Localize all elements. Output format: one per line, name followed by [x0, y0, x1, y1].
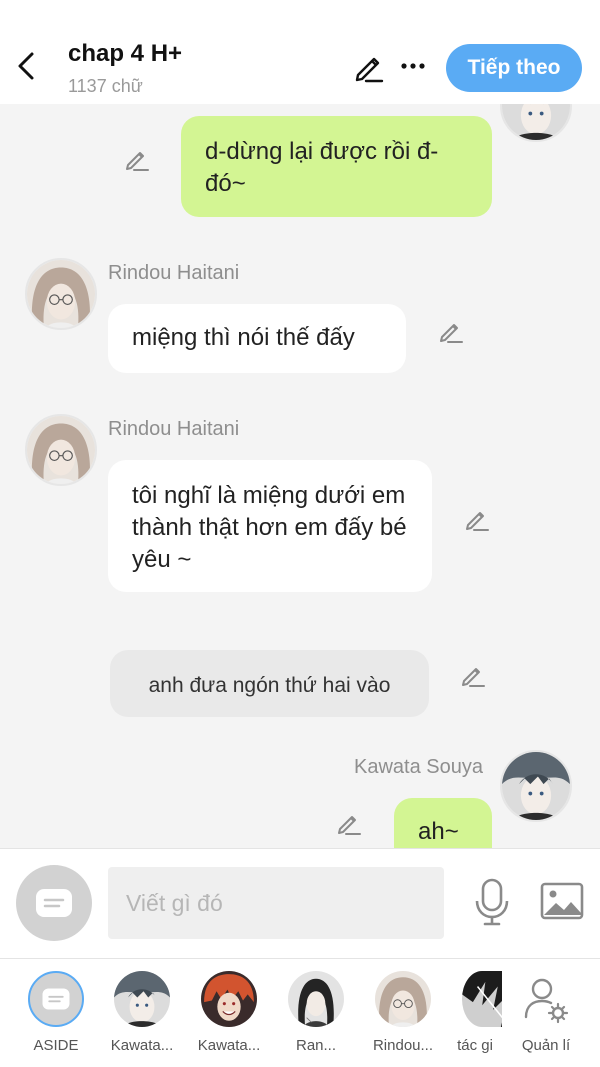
character-avatar-icon — [114, 971, 170, 1027]
word-count: 1137 chữ — [68, 76, 143, 96]
microphone-icon — [475, 878, 509, 926]
pen-icon — [462, 504, 492, 534]
character-bar: ASIDE Kawata... Kawata... Ran... Rindou.… — [0, 958, 600, 1067]
avatar-kawata-souya[interactable] — [500, 750, 572, 822]
character-ran[interactable]: Ran... — [276, 971, 356, 1054]
edit-message-button[interactable] — [462, 504, 492, 534]
chat-area[interactable]: d-dừng lại được rồi đ-đó~ Rindou Haitani… — [0, 104, 600, 848]
character-avatar — [288, 971, 344, 1027]
edit-message-button[interactable] — [436, 316, 466, 346]
aside-toggle-button[interactable] — [16, 865, 92, 941]
message-square-icon — [36, 889, 72, 917]
message-bubble[interactable]: miệng thì nói thế đấy — [108, 304, 406, 373]
user-settings-icon — [524, 978, 569, 1024]
character-avatar — [462, 971, 502, 1027]
edit-message-button[interactable] — [122, 144, 152, 174]
narration-bubble[interactable]: anh đưa ngón thứ hai vào — [110, 650, 429, 717]
sender-name: Rindou Haitani — [108, 262, 240, 284]
chevron-left-icon — [18, 52, 34, 80]
character-aside[interactable]: ASIDE — [16, 971, 96, 1054]
aside-avatar — [28, 971, 84, 1027]
more-icon — [401, 63, 425, 69]
character-avatar-icon — [502, 752, 570, 820]
character-avatar-icon — [375, 971, 431, 1027]
chapter-title: chap 4 H+ — [68, 40, 183, 67]
pen-icon — [458, 660, 488, 690]
image-button[interactable] — [540, 881, 584, 921]
character-avatar-icon — [288, 971, 344, 1027]
message-input[interactable] — [108, 867, 444, 939]
character-avatar-icon — [462, 971, 502, 1027]
pen-icon — [122, 144, 152, 174]
composer-bar — [0, 848, 600, 958]
character-avatar — [114, 971, 170, 1027]
character-avatar-icon — [27, 416, 95, 484]
character-label: Quản lí — [521, 1037, 571, 1054]
top-bar: chap 4 H+ 1137 chữ Tiếp theo — [0, 0, 600, 104]
edit-message-button[interactable] — [334, 808, 364, 838]
character-avatar-icon — [201, 971, 257, 1027]
character-avatar — [375, 971, 431, 1027]
character-label: Kawata... — [110, 1037, 174, 1054]
character-label: Ran... — [295, 1037, 337, 1054]
edit-message-button[interactable] — [458, 660, 488, 690]
pen-icon — [334, 808, 364, 838]
avatar-rindou-haitani[interactable] — [25, 258, 97, 330]
avatar-kawata-souya[interactable] — [500, 104, 572, 142]
character-label: Rindou... — [372, 1037, 434, 1054]
message-bubble[interactable]: ah~ — [394, 798, 492, 848]
character-kawata-2[interactable]: Kawata... — [189, 971, 269, 1054]
back-button[interactable] — [12, 48, 42, 84]
character-avatar-icon — [27, 260, 95, 328]
manage-icon-wrap — [518, 971, 574, 1027]
pen-icon — [436, 316, 466, 346]
character-author[interactable]: tác gi — [440, 971, 510, 1054]
character-kawata-1[interactable]: Kawata... — [102, 971, 182, 1054]
message-bubble[interactable]: tôi nghĩ là miệng dưới em thành thật hơn… — [108, 460, 432, 592]
microphone-button[interactable] — [470, 877, 514, 927]
character-label: Kawata... — [197, 1037, 261, 1054]
character-rindou[interactable]: Rindou... — [363, 971, 443, 1054]
sender-name: Rindou Haitani — [108, 418, 240, 440]
sender-name: Kawata Souya — [354, 756, 483, 778]
character-avatar-icon — [502, 104, 570, 140]
character-label: ASIDE — [33, 1037, 79, 1054]
next-button[interactable]: Tiếp theo — [446, 44, 582, 92]
message-square-icon — [42, 988, 70, 1010]
character-avatar — [201, 971, 257, 1027]
pen-icon — [355, 57, 384, 83]
message-bubble[interactable]: d-dừng lại được rồi đ-đó~ — [181, 116, 492, 217]
manage-characters-button[interactable]: Quản lí — [506, 971, 586, 1054]
edit-button[interactable] — [352, 50, 386, 84]
more-button[interactable] — [396, 50, 430, 84]
avatar-rindou-haitani[interactable] — [25, 414, 97, 486]
character-label: tác gi — [457, 1037, 493, 1054]
image-icon — [540, 882, 584, 920]
